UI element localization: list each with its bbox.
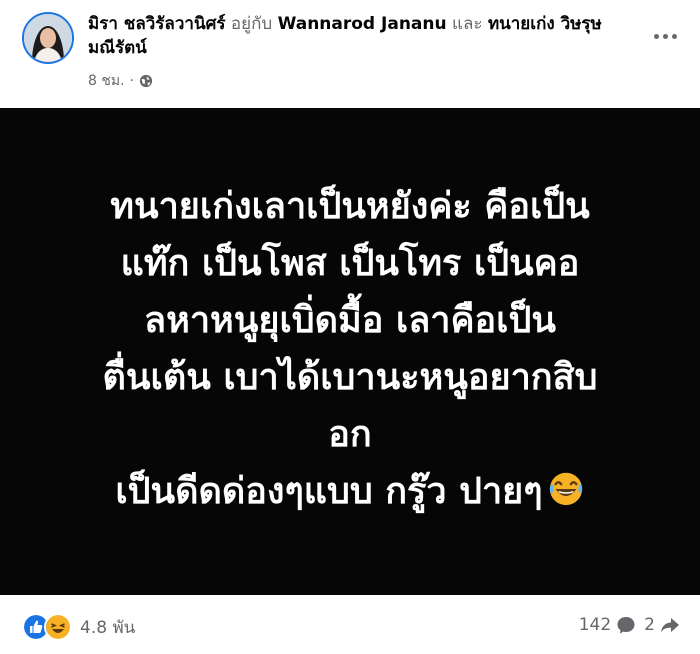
post-text-line: ทนายเก่งเลาเป็นหยังค่ะ คือเป็น [110,185,590,227]
tagged-user-1[interactable]: Wannarod Jananu [278,14,447,34]
globe-icon[interactable] [139,74,153,88]
reactions-summary[interactable]: 4.8 พัน [22,613,135,641]
comment-icon [617,617,635,634]
author-name[interactable]: มิรา ชลวิรัลวานิศร์ [88,14,226,34]
comment-count-button[interactable]: 142 [579,615,636,635]
haha-icon [44,613,72,641]
post-text: ทนายเก่งเลาเป็นหยังค่ะ คือเป็น แท๊ก เป็น… [20,178,680,520]
post-text-line: เป็นดีดด่องๆแบบ กรู๊ว ปายๆ [115,470,543,512]
with-text: อยู่กับ [230,14,273,34]
engagement-counts: 142 2 [579,615,680,635]
share-count: 2 [644,615,655,635]
post-timestamp[interactable]: 8 ชม. [88,70,125,92]
post-text-line: ตื่นเต้น เบาได้เบานะหนูอยากสิบ [102,356,598,398]
more-dot-icon [653,33,659,39]
meta-separator: · [129,73,134,89]
post-text-line: อก [328,413,372,455]
author-avatar[interactable] [22,12,74,64]
and-text: และ [452,14,483,34]
post-meta: 8 ชม. · [88,70,153,92]
laughing-tears-emoji-icon [549,472,582,505]
avatar-image [24,14,72,62]
more-options-button[interactable] [650,24,680,48]
post-text-line: แท๊ก เป็นโพส เป็นโทร เป็นคอ [120,242,580,284]
post-author-line: มิรา ชลวิรัลวานิศร์ อยู่กับ Wannarod Jan… [88,12,628,60]
more-dot-icon [671,33,677,39]
reaction-count[interactable]: 4.8 พัน [80,614,135,641]
post-body: ทนายเก่งเลาเป็นหยังค่ะ คือเป็น แท๊ก เป็น… [0,108,700,595]
more-dot-icon [662,33,668,39]
post-text-line: ลหาหนูยุเบิ่ดมื้อ เลาคือเป็น [144,299,556,341]
share-count-button[interactable]: 2 [644,615,680,635]
post-header: มิรา ชลวิรัลวานิศร์ อยู่กับ Wannarod Jan… [0,0,700,108]
post-footer: 4.8 พัน 142 2 [0,595,700,654]
share-icon [661,618,679,633]
comment-count: 142 [578,615,612,635]
